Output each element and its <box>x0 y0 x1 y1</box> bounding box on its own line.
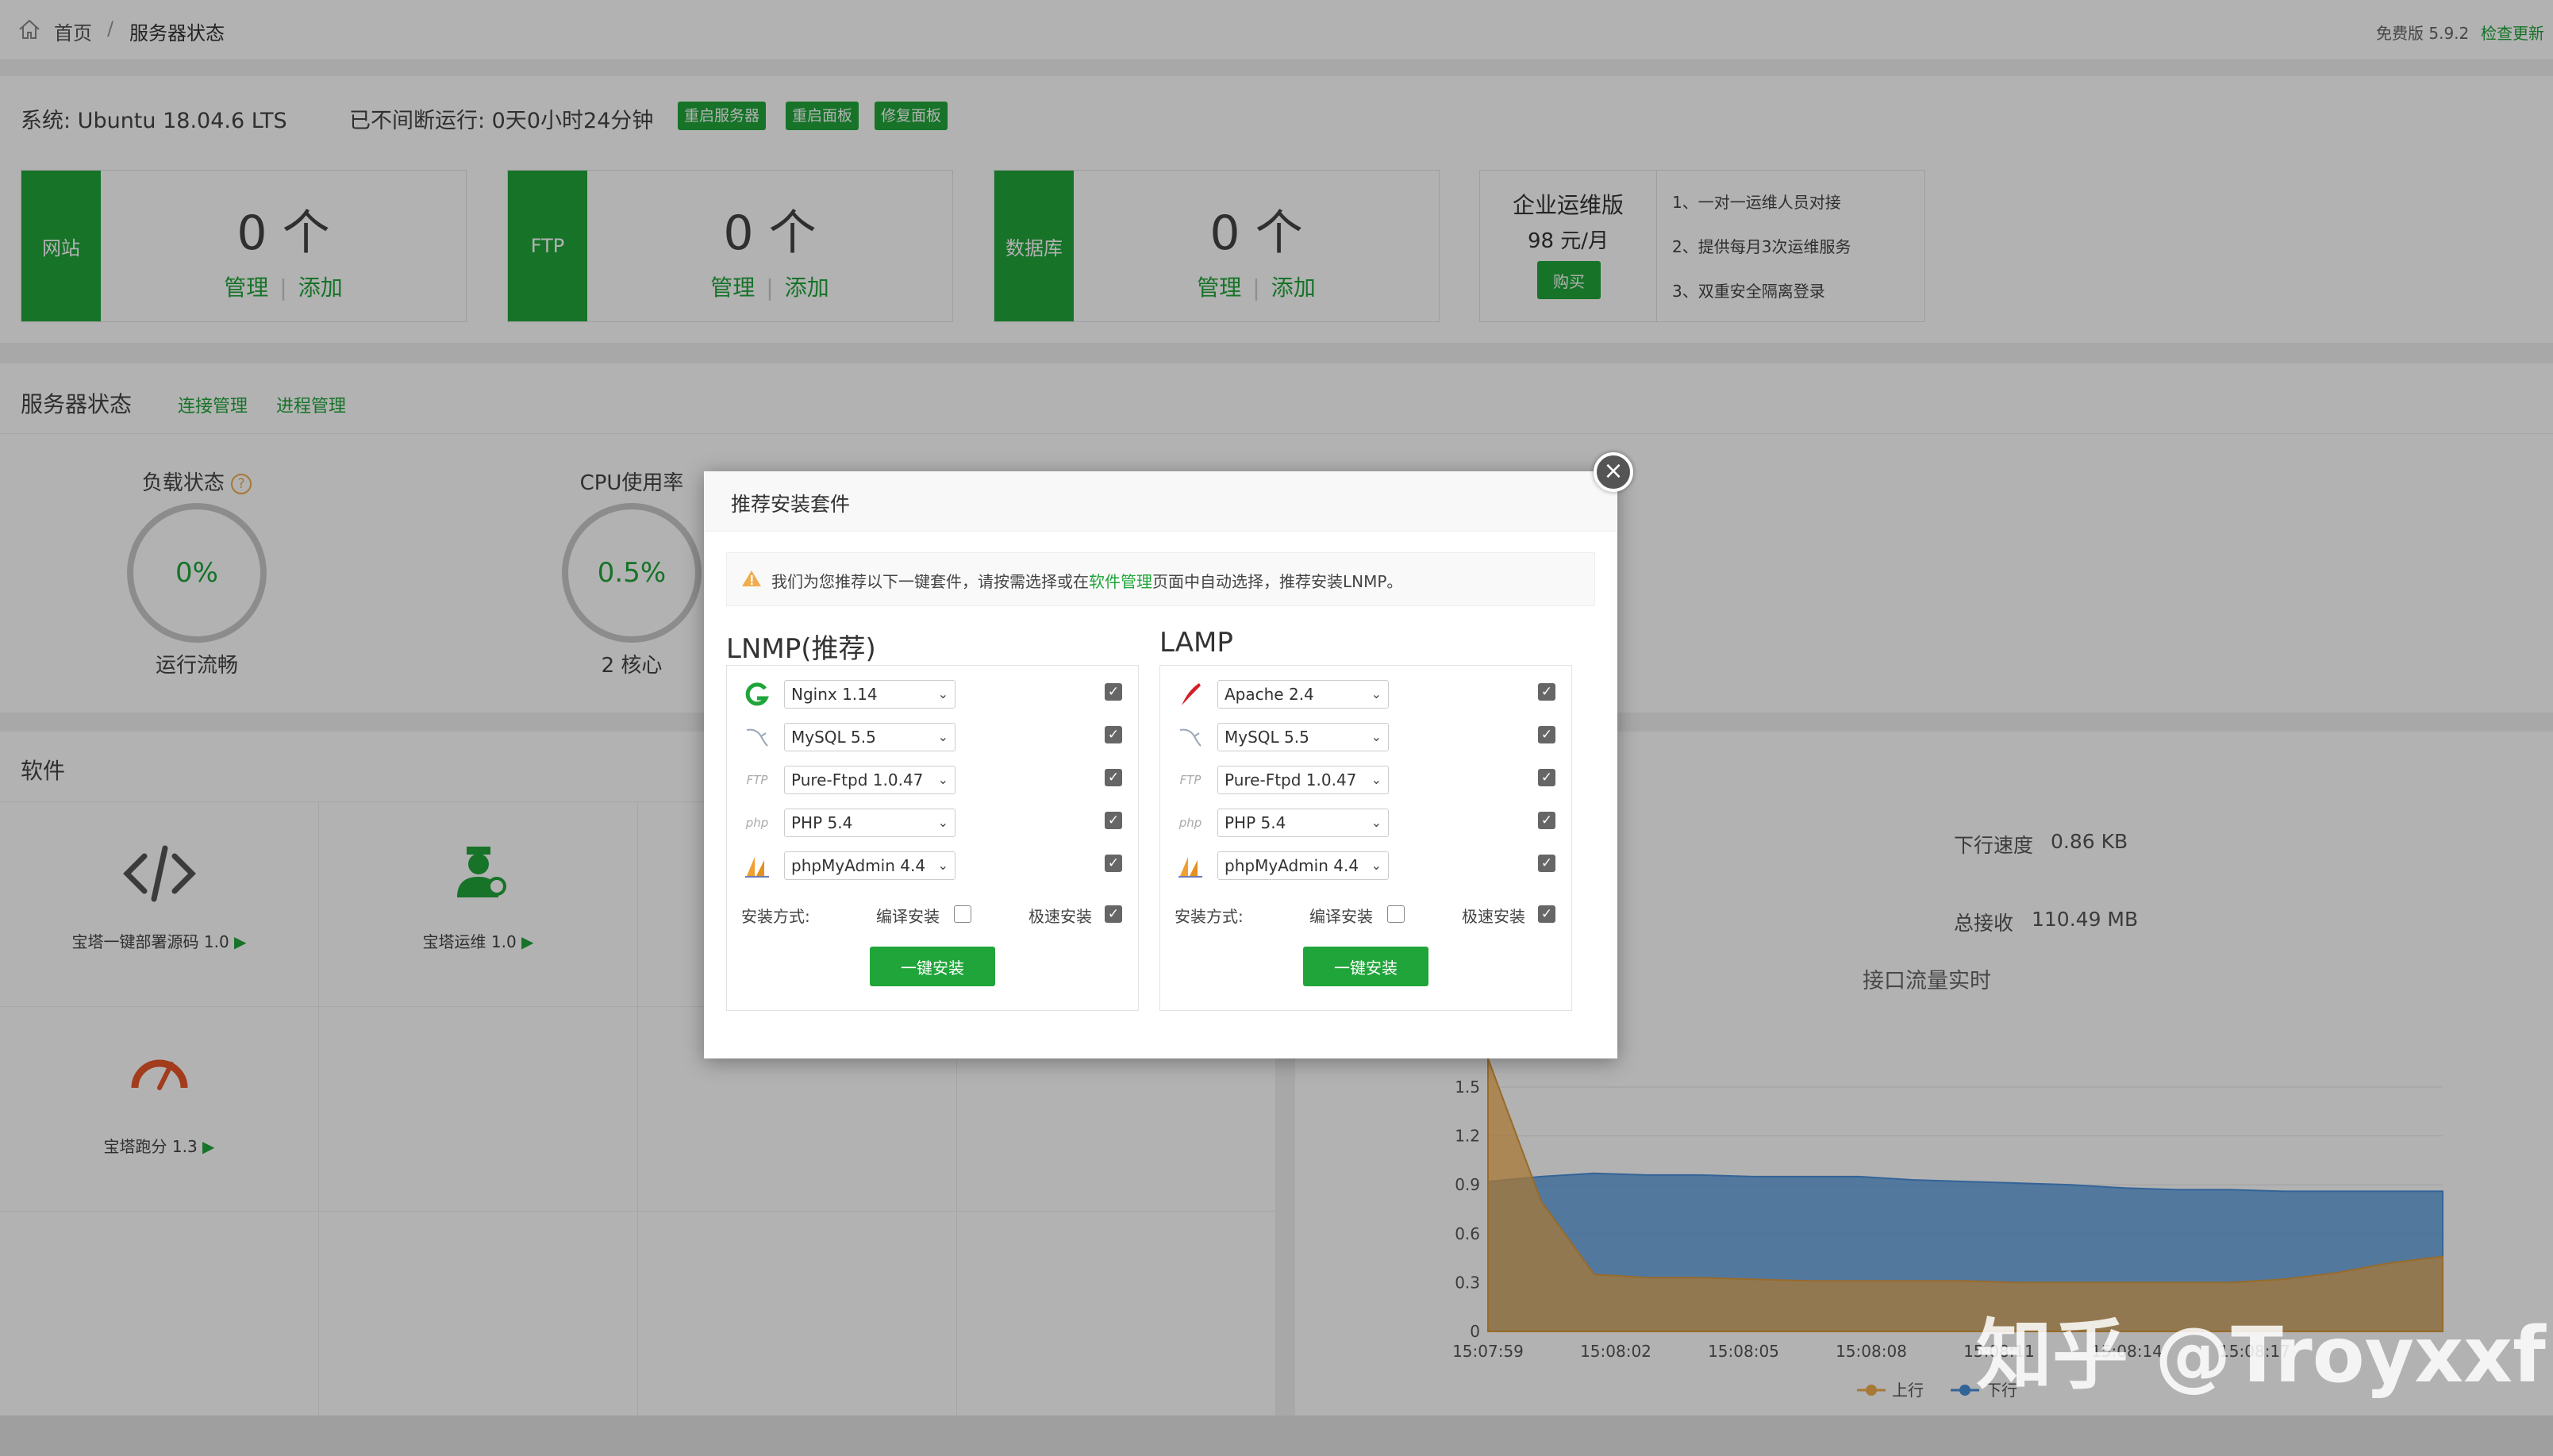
apache-icon <box>1175 680 1206 709</box>
package-row: MySQL 5.5 ⌄ ✓ <box>1160 715 1573 758</box>
version-select[interactable]: phpMyAdmin 4.4 ⌄ <box>784 851 955 880</box>
package-row: php PHP 5.4 ⌄ ✓ <box>727 801 1140 843</box>
version-select[interactable]: MySQL 5.5 ⌄ <box>1217 723 1389 751</box>
watermark: 知乎 @Troyxxf <box>1976 1311 2546 1400</box>
package-row: FTP Pure-Ftpd 1.0.47 ⌄ ✓ <box>727 758 1140 801</box>
package-checkbox[interactable]: ✓ <box>1105 812 1122 829</box>
chevron-down-icon: ⌄ <box>937 858 948 873</box>
version-select[interactable]: Pure-Ftpd 1.0.47 ⌄ <box>784 766 955 794</box>
version-select[interactable]: Apache 2.4 ⌄ <box>1217 680 1389 709</box>
nginx-icon <box>741 680 773 709</box>
fast-install-checkbox[interactable]: ✓ <box>1105 905 1122 923</box>
chevron-down-icon: ⌄ <box>1371 686 1382 701</box>
php-icon: php <box>1178 816 1202 830</box>
ftp-icon: FTP <box>746 773 768 787</box>
lnmp-panel: 安装方式: 编译安装 极速安装 ✓ 一键安装 Nginx 1.14 ⌄ ✓ MySQL… <box>726 665 1139 1011</box>
install-method-label: 安装方式: <box>741 907 810 926</box>
chevron-down-icon: ⌄ <box>1371 729 1382 744</box>
chevron-down-icon: ⌄ <box>937 772 948 787</box>
modal-header: 推荐安装套件 <box>704 471 1617 532</box>
php-icon: php <box>745 816 769 830</box>
package-row: phpMyAdmin 4.4 ⌄ ✓ <box>1160 843 1573 886</box>
version-select-value: MySQL 5.5 <box>791 728 876 747</box>
version-select-value: PHP 5.4 <box>791 813 853 832</box>
package-checkbox[interactable]: ✓ <box>1105 726 1122 743</box>
version-select[interactable]: PHP 5.4 ⌄ <box>1217 809 1389 837</box>
close-icon[interactable]: × <box>1594 452 1633 492</box>
package-checkbox[interactable]: ✓ <box>1105 855 1122 872</box>
chevron-down-icon: ⌄ <box>1371 858 1382 873</box>
tip-text-post: 页面中自动选择，推荐安装LNMP。 <box>1152 572 1403 591</box>
ftp-icon: FTP <box>1179 773 1202 787</box>
version-select-value: Pure-Ftpd 1.0.47 <box>1225 770 1357 789</box>
package-checkbox[interactable]: ✓ <box>1105 683 1122 701</box>
package-row: Nginx 1.14 ⌄ ✓ <box>727 672 1140 715</box>
version-select-value: Pure-Ftpd 1.0.47 <box>791 770 924 789</box>
software-manage-link[interactable]: 软件管理 <box>1089 572 1152 591</box>
install-modal: 推荐安装套件 我们为您推荐以下一键套件，请按需选择或在软件管理页面中自动选择，推… <box>704 471 1617 1058</box>
version-select-value: phpMyAdmin 4.4 <box>1225 856 1359 875</box>
version-select-value: PHP 5.4 <box>1225 813 1286 832</box>
package-checkbox[interactable]: ✓ <box>1538 683 1555 701</box>
package-checkbox[interactable]: ✓ <box>1538 855 1555 872</box>
phpmyadmin-icon <box>741 851 773 880</box>
package-checkbox[interactable]: ✓ <box>1538 812 1555 829</box>
tip-text-pre: 我们为您推荐以下一键套件，请按需选择或在 <box>771 572 1089 591</box>
version-select-value: Apache 2.4 <box>1225 685 1314 704</box>
package-checkbox[interactable]: ✓ <box>1538 769 1555 786</box>
modal-title: 推荐安装套件 <box>731 493 851 516</box>
fast-install-label: 极速安装 <box>1029 907 1092 926</box>
version-select[interactable]: Pure-Ftpd 1.0.47 ⌄ <box>1217 766 1389 794</box>
fast-install-label: 极速安装 <box>1462 907 1525 926</box>
mysql-icon <box>741 723 773 751</box>
version-select-value: MySQL 5.5 <box>1225 728 1309 747</box>
modal-tip: 我们为您推荐以下一键套件，请按需选择或在软件管理页面中自动选择，推荐安装LNMP… <box>726 552 1595 606</box>
warning-icon <box>742 570 761 586</box>
chevron-down-icon: ⌄ <box>937 729 948 744</box>
package-row: FTP Pure-Ftpd 1.0.47 ⌄ ✓ <box>1160 758 1573 801</box>
install-method-label: 安装方式: <box>1175 907 1244 926</box>
version-select[interactable]: PHP 5.4 ⌄ <box>784 809 955 837</box>
chevron-down-icon: ⌄ <box>1371 815 1382 830</box>
package-row: Apache 2.4 ⌄ ✓ <box>1160 672 1573 715</box>
phpmyadmin-icon <box>1175 851 1206 880</box>
package-checkbox[interactable]: ✓ <box>1538 726 1555 743</box>
version-select[interactable]: phpMyAdmin 4.4 ⌄ <box>1217 851 1389 880</box>
lnmp-title: LNMP(推荐) <box>726 633 876 665</box>
package-row: MySQL 5.5 ⌄ ✓ <box>727 715 1140 758</box>
mysql-icon <box>1175 723 1206 751</box>
lamp-panel: 安装方式: 编译安装 极速安装 ✓ 一键安装 Apache 2.4 ⌄ ✓ MySQL… <box>1159 665 1572 1011</box>
compile-install-checkbox[interactable] <box>954 905 971 923</box>
lamp-title: LAMP <box>1159 627 1233 659</box>
chevron-down-icon: ⌄ <box>937 815 948 830</box>
compile-install-label: 编译安装 <box>876 907 940 926</box>
package-row: php PHP 5.4 ⌄ ✓ <box>1160 801 1573 843</box>
package-checkbox[interactable]: ✓ <box>1105 769 1122 786</box>
version-select-value: phpMyAdmin 4.4 <box>791 856 926 875</box>
lnmp-install-button[interactable]: 一键安装 <box>870 947 995 986</box>
lamp-install-button[interactable]: 一键安装 <box>1303 947 1428 986</box>
package-row: phpMyAdmin 4.4 ⌄ ✓ <box>727 843 1140 886</box>
compile-install-label: 编译安装 <box>1309 907 1373 926</box>
version-select[interactable]: MySQL 5.5 ⌄ <box>784 723 955 751</box>
chevron-down-icon: ⌄ <box>937 686 948 701</box>
version-select[interactable]: Nginx 1.14 ⌄ <box>784 680 955 709</box>
fast-install-checkbox[interactable]: ✓ <box>1538 905 1555 923</box>
compile-install-checkbox[interactable] <box>1387 905 1405 923</box>
chevron-down-icon: ⌄ <box>1371 772 1382 787</box>
version-select-value: Nginx 1.14 <box>791 685 878 704</box>
